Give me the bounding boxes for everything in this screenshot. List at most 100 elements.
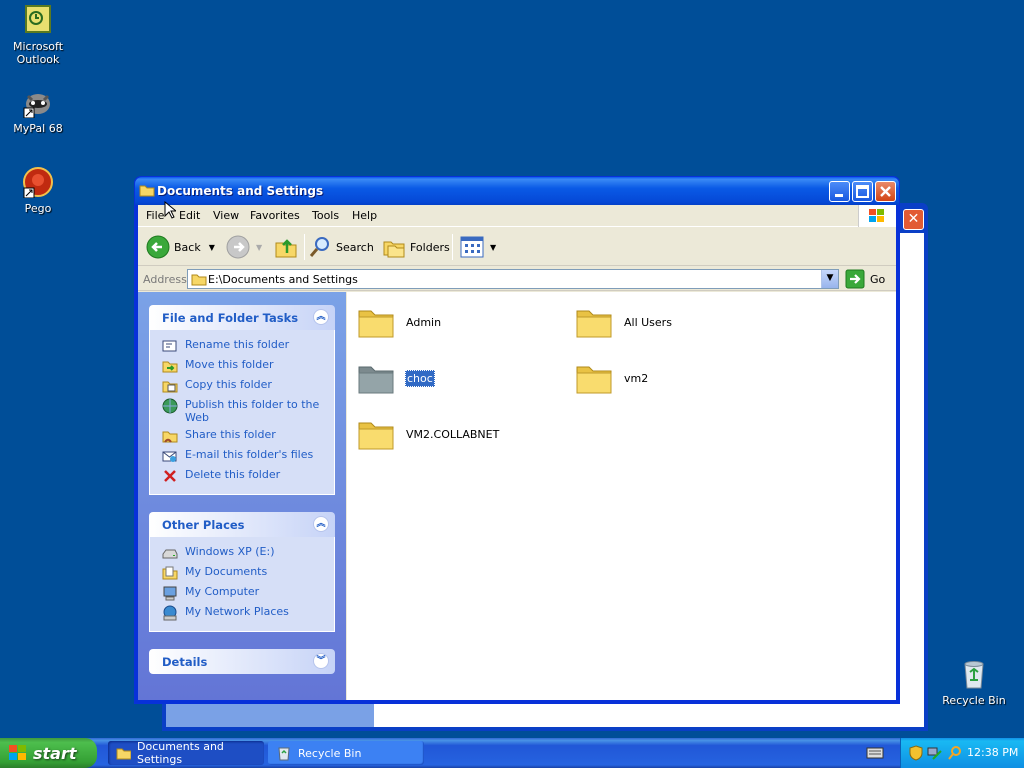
folder-name: VM2.COLLABNET [406,427,500,441]
email-folder-link[interactable]: E-mail this folder's files [162,448,334,468]
views-dropdown-icon: ▼ [490,242,497,252]
other-places-header[interactable]: Other Places ︽ [149,512,335,537]
copy-icon [162,381,178,393]
background-close-icon[interactable]: ✕ [903,209,924,230]
details-panel: Details ︾ [149,649,335,674]
start-label: start [33,743,77,763]
network-icon[interactable] [927,745,943,761]
views-button[interactable]: ▼ [460,234,496,260]
views-icon [460,236,484,258]
back-dropdown-icon[interactable]: ▼ [209,243,215,252]
desktop-icon-pego[interactable]: Pego [0,166,76,215]
delete-folder-link[interactable]: Delete this folder [162,468,334,488]
search-button[interactable]: Search [308,234,374,260]
search-label: Search [336,240,374,254]
taskbar-button-recycle-bin[interactable]: Recycle Bin [268,741,424,765]
place-label: Windows XP (E:) [185,545,275,558]
address-dropdown-icon[interactable]: ▼ [821,270,838,288]
my-computer-icon [163,586,177,601]
copy-label: Copy this folder [185,378,272,391]
back-button[interactable]: Back ▼ [146,234,215,260]
back-arrow-icon [146,235,170,259]
go-label: Go [870,272,886,286]
delete-label: Delete this folder [185,468,281,481]
place-my-documents[interactable]: My Documents [162,565,334,585]
rename-folder-link[interactable]: Rename this folder [162,338,334,358]
forward-button[interactable]: ▼ [226,234,262,260]
close-button[interactable] [875,181,896,202]
collapse-chevron-icon[interactable]: ︽ [313,516,329,532]
folder-item[interactable]: VM2.COLLABNET [357,414,500,454]
panel-title: Other Places [162,518,245,532]
task-label: Documents and Settings [137,740,224,766]
menu-view[interactable]: View [213,209,239,222]
start-button[interactable]: start [0,738,97,768]
folder-item[interactable]: All Users [575,302,673,342]
recycle-bin-icon [278,747,290,761]
desktop-icon-outlook[interactable]: Microsoft Outlook [0,4,76,66]
maximize-button[interactable] [852,181,873,202]
address-input[interactable]: E:\Documents and Settings ▼ [187,269,839,289]
folder-item[interactable]: vm2 [575,358,649,398]
security-shield-icon[interactable] [909,745,923,761]
menu-favorites[interactable]: Favorites [250,209,300,222]
menu-file[interactable]: File [146,209,164,222]
keyboard-icon[interactable] [866,746,884,760]
desktop-icon-label: Recycle Bin [942,694,1006,707]
other-places-panel: Other Places ︽ Windows XP (E:) My Docume… [149,512,335,632]
file-folder-tasks-panel: File and Folder Tasks ︽ Rename this fold… [149,305,335,495]
folder-item[interactable]: Admin [357,302,442,342]
toolbar-separator [452,234,453,260]
system-tray: 12:38 PM [900,738,1024,768]
place-label: My Network Places [185,605,289,618]
go-button[interactable]: Go [845,269,885,289]
minimize-button[interactable] [829,181,850,202]
folder-name: vm2 [624,371,649,385]
up-folder-icon [275,239,297,258]
panel-body: Windows XP (E:) My Documents My Computer… [149,537,335,632]
search-tray-icon[interactable] [947,745,963,761]
network-places-icon [163,605,177,621]
share-folder-link[interactable]: Share this folder [162,428,334,448]
taskbar-button-documents[interactable]: Documents and Settings [108,740,264,766]
window-title: Documents and Settings [157,184,324,198]
desktop-icon-label: Microsoft Outlook [12,40,64,66]
menu-tools[interactable]: Tools [312,209,339,222]
move-folder-link[interactable]: Move this folder [162,358,334,378]
up-folder-button[interactable] [274,234,298,260]
delete-icon [164,470,176,482]
title-bar[interactable]: Documents and Settings [135,177,899,205]
toolbar: Back ▼ ▼ Search Folders ▼ [138,228,896,266]
explorer-window[interactable]: Documents and Settings File Edit View Fa… [134,176,900,704]
folder-view: Admin All Users choc vm2 VM2.COLLABNET [347,292,896,700]
folder-icon [358,366,394,394]
address-value: E:\Documents and Settings [208,273,358,286]
publish-folder-link[interactable]: Publish this folder to the Web [162,398,334,428]
desktop-icon-label: MyPal 68 [13,122,63,135]
outlook-icon [22,4,54,36]
toolbar-separator [304,234,305,260]
desktop-icon-mypal[interactable]: MyPal 68 [0,86,76,135]
folder-item-selected[interactable]: choc [357,358,435,398]
email-label: E-mail this folder's files [185,448,314,461]
menu-edit[interactable]: Edit [179,209,200,222]
folders-icon [383,241,405,258]
expand-chevron-icon[interactable]: ︾ [313,653,329,669]
forward-dropdown-icon: ▼ [256,242,263,252]
place-my-computer[interactable]: My Computer [162,585,334,605]
details-header[interactable]: Details ︾ [149,649,335,674]
folder-name: choc [405,369,435,387]
collapse-chevron-icon[interactable]: ︽ [313,309,329,325]
folders-button[interactable]: Folders [382,234,450,260]
go-arrow-icon [845,269,865,289]
place-windows-xp-drive[interactable]: Windows XP (E:) [162,545,334,565]
place-my-network[interactable]: My Network Places [162,605,334,625]
folders-label: Folders [410,240,450,254]
file-folder-tasks-header[interactable]: File and Folder Tasks ︽ [149,305,335,330]
folder-icon [116,748,131,760]
desktop-icon-recycle-bin[interactable]: Recycle Bin [936,658,1012,707]
menu-help[interactable]: Help [352,209,377,222]
folder-icon [576,366,612,394]
pego-icon [22,166,54,199]
copy-folder-link[interactable]: Copy this folder [162,378,334,398]
